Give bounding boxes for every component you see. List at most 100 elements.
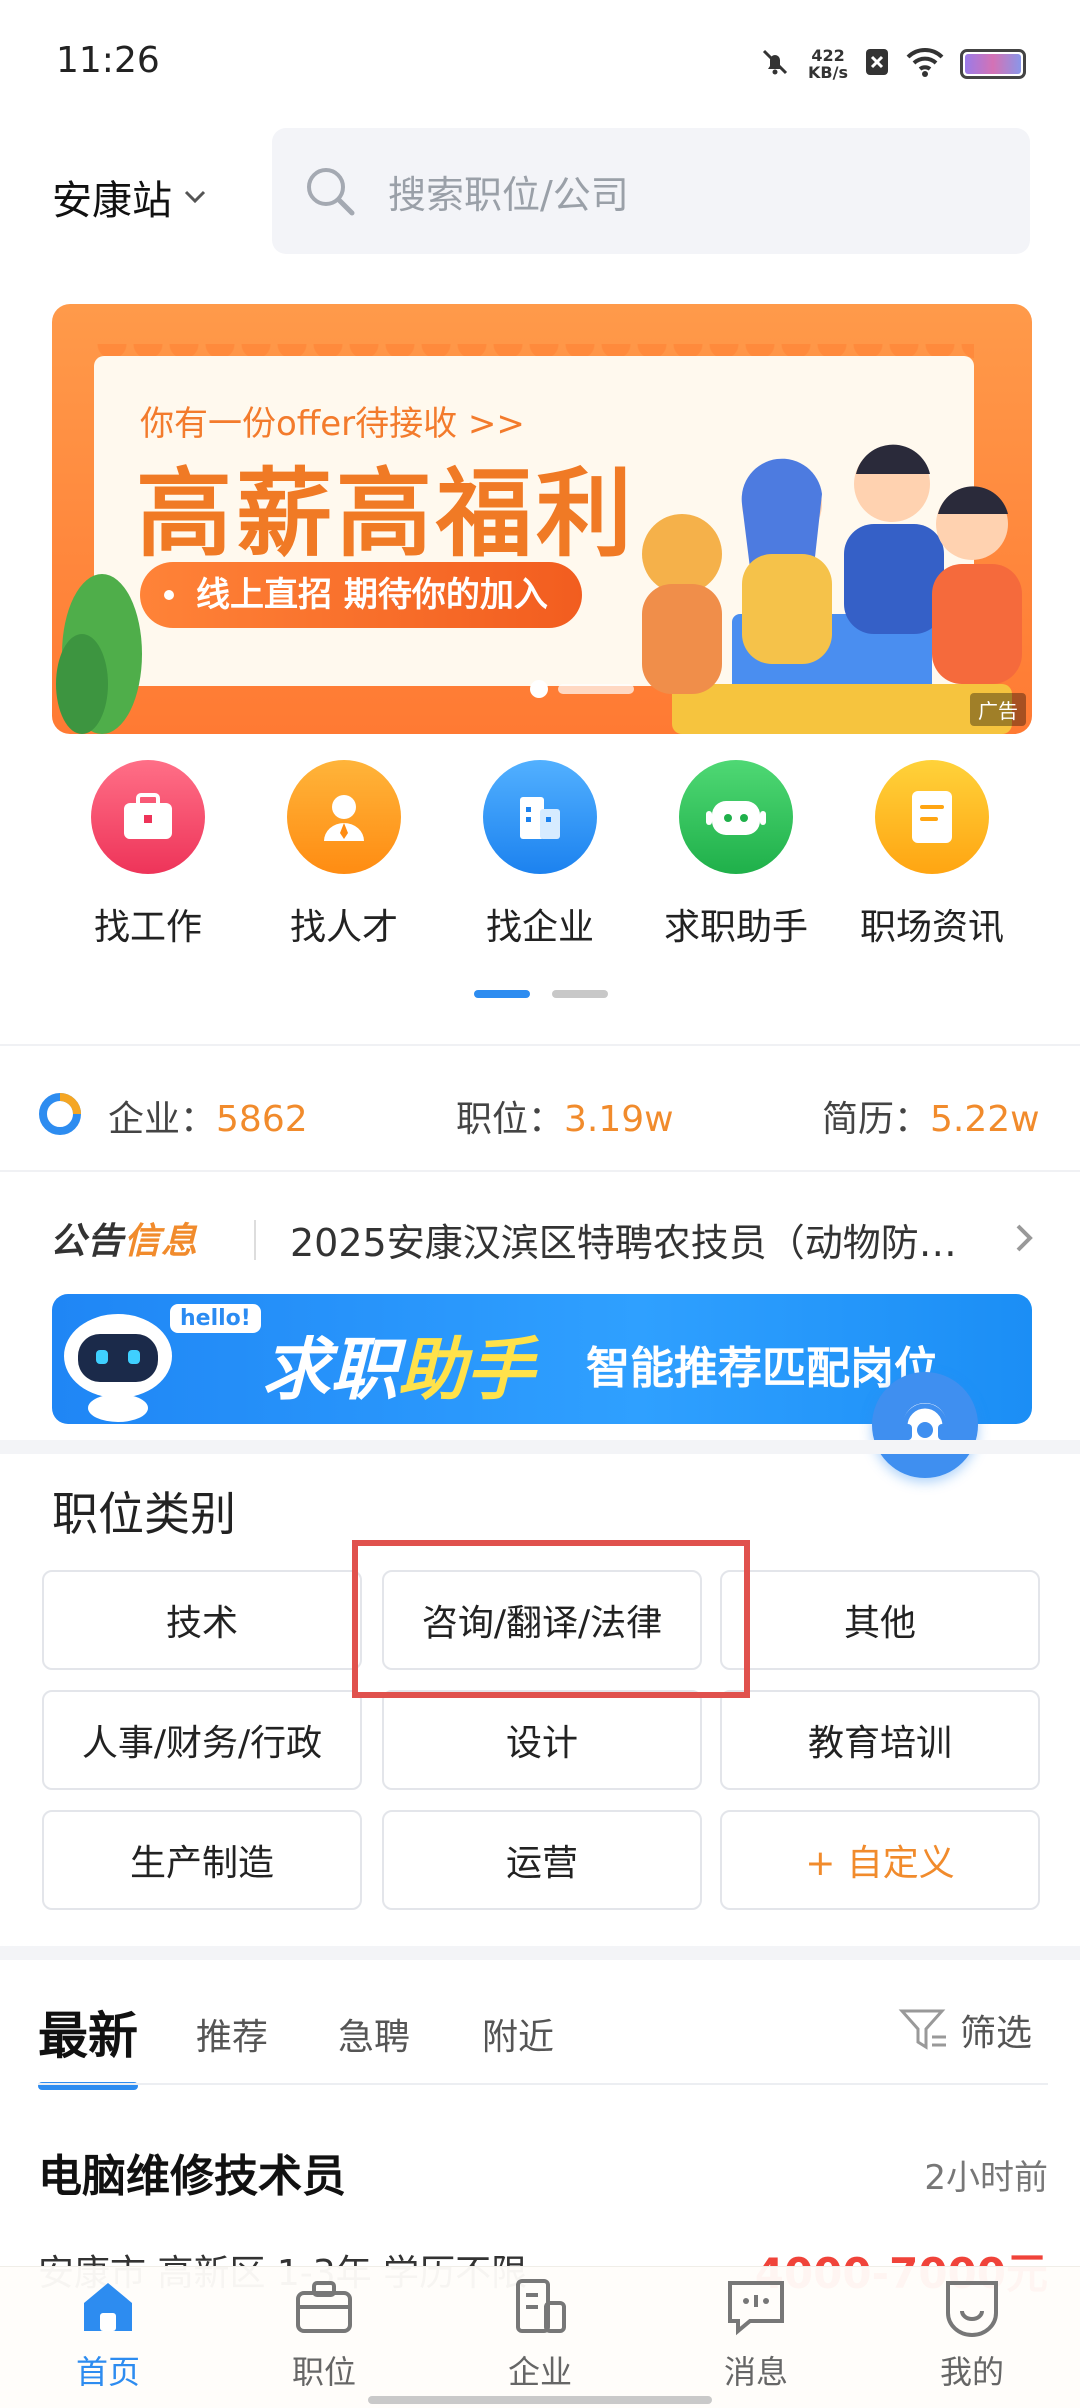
home-icon	[84, 2283, 132, 2331]
search-placeholder: 搜索职位/公司	[388, 172, 629, 217]
category-education[interactable]: 教育培训	[720, 1690, 1040, 1790]
nav-label: 消息	[723, 2353, 788, 2391]
profile-icon	[946, 2281, 998, 2337]
nav-label: 我的	[939, 2353, 1004, 2391]
battery-icon	[960, 49, 1026, 79]
speed-unit: KB/s	[808, 63, 848, 82]
robot-mascot-icon	[64, 1314, 172, 1422]
divider	[0, 1170, 1080, 1172]
section-gap	[0, 1946, 1080, 1960]
quick-career-news[interactable]: 职场资讯	[834, 760, 1030, 950]
team-illustration	[642, 444, 1022, 734]
tab-latest[interactable]: 最新	[38, 1996, 138, 2068]
wifi-icon	[906, 47, 944, 81]
nav-jobs[interactable]: 职位	[244, 2275, 404, 2393]
nav-home[interactable]: 首页	[28, 2275, 188, 2393]
notice-text: 2025安康汉滨区特聘农技员（动物防疫）	[290, 1221, 970, 1265]
stat-jobs-value: 3.19w	[564, 1099, 674, 1140]
status-time: 11:26	[56, 40, 160, 81]
quick-label: 找企业	[485, 907, 594, 948]
plant-illustration	[56, 574, 142, 734]
stat-resumes: 简历：5.22w	[822, 1099, 1040, 1140]
category-tech[interactable]: 技术	[42, 1570, 362, 1670]
notice-separator	[254, 1220, 256, 1260]
filter-icon	[898, 2009, 946, 2050]
category-title: 职位类别	[52, 1487, 236, 1541]
category-hr[interactable]: 人事/财务/行政	[42, 1690, 362, 1790]
city-label: 安康站	[52, 178, 172, 224]
hello-bubble: hello!	[170, 1304, 261, 1333]
ad-tag: 广告	[970, 693, 1026, 726]
quick-find-talent[interactable]: 找人才	[246, 760, 442, 950]
stat-company-value: 5862	[216, 1099, 308, 1140]
city-selector[interactable]: 安康站	[52, 168, 210, 226]
banner-pager	[530, 680, 634, 698]
bottom-nav: 首页 职位 企业 消息 我的	[0, 2266, 1080, 2408]
promo-banner[interactable]: 你有一份offer待接收 >> 高薪高福利 线上直招 期待你的加入 广告	[52, 304, 1032, 734]
quick-label: 求职助手	[663, 907, 808, 948]
tab-recommended[interactable]: 推荐	[196, 2008, 268, 2060]
speed-value: 422	[811, 46, 845, 65]
search-icon	[307, 168, 355, 216]
customer-service-button[interactable]	[872, 1372, 978, 1478]
pager-active	[474, 990, 530, 998]
status-icons: 422 KB/s	[758, 40, 1026, 88]
pie-chart-icon	[39, 1093, 81, 1135]
search-input[interactable]: 搜索职位/公司	[272, 128, 1030, 254]
filter-button[interactable]: 筛选	[898, 2004, 1032, 2056]
status-bar: 11:26 422 KB/s	[0, 0, 1080, 120]
category-manufacturing[interactable]: 生产制造	[42, 1810, 362, 1910]
quick-find-company[interactable]: 找企业	[442, 760, 638, 950]
notice-tag: 公告信息	[50, 1221, 199, 1262]
tab-nearby[interactable]: 附近	[482, 2008, 554, 2060]
quick-menu: 找工作 找人才 找企业 求职助手 职场资讯	[0, 760, 1080, 960]
section-gap	[0, 1440, 1080, 1454]
document-icon	[875, 760, 989, 874]
pager-inactive	[552, 990, 608, 998]
notice-bar[interactable]: 公告信息 2025安康汉滨区特聘农技员（动物防疫）	[0, 1204, 1080, 1274]
tabs-divider	[38, 2083, 1048, 2085]
person-icon	[287, 760, 401, 874]
stat-company: 企业：5862	[108, 1099, 308, 1140]
tab-urgent[interactable]: 急聘	[338, 2008, 410, 2060]
divider	[0, 1044, 1080, 1046]
nav-companies[interactable]: 企业	[460, 2275, 620, 2393]
nav-label: 企业	[507, 2353, 572, 2391]
category-design[interactable]: 设计	[382, 1690, 702, 1790]
job-title: 电脑维修技术员	[38, 2151, 346, 2202]
chevron-down-icon	[184, 190, 206, 204]
quick-label: 找工作	[93, 907, 202, 948]
no-sim-icon	[864, 47, 890, 81]
home-indicator	[368, 2396, 712, 2404]
nav-messages[interactable]: 消息	[676, 2275, 836, 2393]
chevron-right-icon	[1016, 1224, 1033, 1252]
message-icon	[728, 2281, 784, 2336]
quick-menu-pager	[474, 990, 608, 998]
quick-label: 找人才	[289, 907, 398, 948]
category-custom[interactable]: + 自定义	[720, 1810, 1040, 1910]
highlight-box	[352, 1540, 750, 1698]
helper-title: 求职助手	[262, 1331, 535, 1410]
nav-label: 首页	[75, 2353, 140, 2391]
job-tabs: 最新 推荐 急聘 附近 筛选	[0, 1990, 1080, 2090]
filter-label: 筛选	[959, 2013, 1032, 2054]
building-icon	[483, 760, 597, 874]
helper-subtitle: 智能推荐匹配岗位	[586, 1343, 938, 1394]
quick-find-job[interactable]: 找工作	[50, 760, 246, 950]
building-icon	[516, 2279, 566, 2333]
category-operations[interactable]: 运营	[382, 1810, 702, 1910]
category-other[interactable]: 其他	[720, 1570, 1040, 1670]
quick-label: 职场资讯	[859, 907, 1004, 948]
briefcase-icon	[296, 2281, 352, 2333]
stats-row: 企业：5862 职位：3.19w 简历：5.22w	[0, 1070, 1080, 1156]
banner-title: 高薪高福利	[136, 458, 636, 570]
network-speed: 422 KB/s	[808, 47, 848, 81]
briefcase-icon	[91, 760, 205, 874]
mute-icon	[758, 45, 792, 83]
quick-job-assistant[interactable]: 求职助手	[638, 760, 834, 950]
header: 安康站 搜索职位/公司	[0, 128, 1080, 256]
stat-jobs: 职位：3.19w	[456, 1099, 674, 1140]
job-time: 2小时前	[924, 2158, 1048, 2198]
banner-pill: 线上直招 期待你的加入	[140, 562, 582, 628]
nav-profile[interactable]: 我的	[892, 2275, 1052, 2393]
